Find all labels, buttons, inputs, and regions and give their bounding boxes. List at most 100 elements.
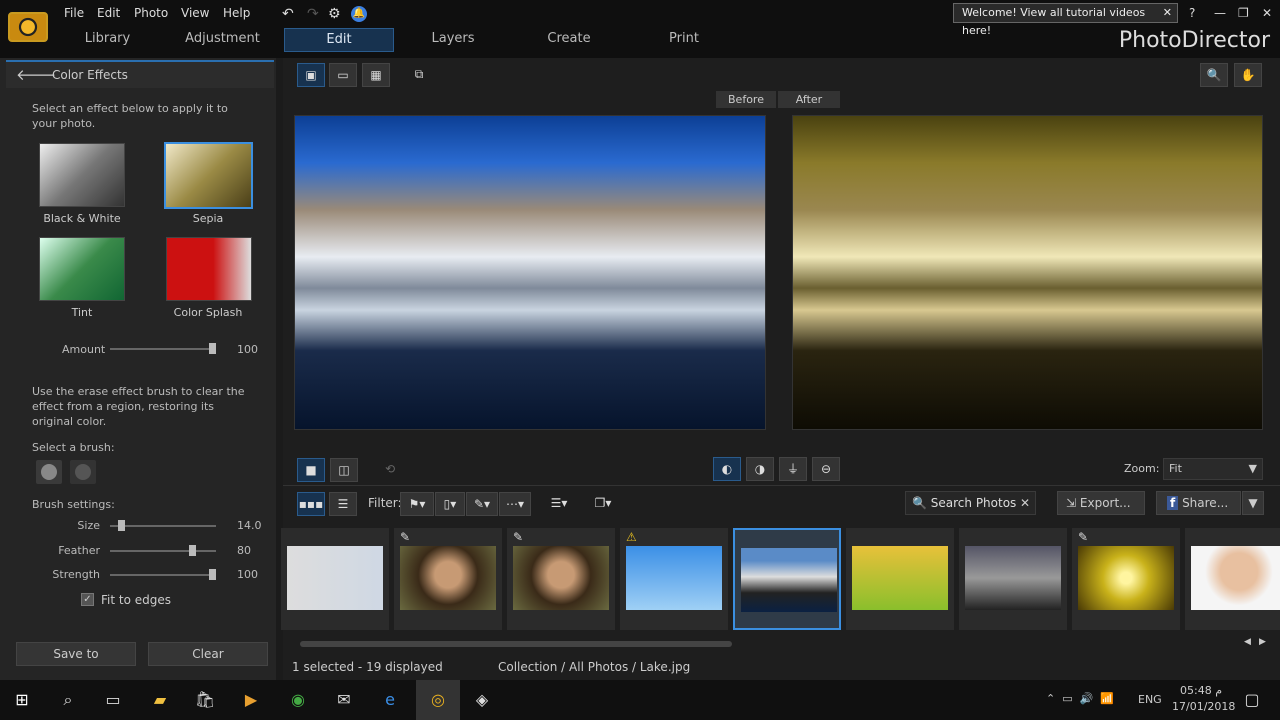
photo-thumbnail[interactable] [281, 528, 389, 630]
file-explorer-icon[interactable]: ▰ [148, 688, 172, 712]
language-indicator[interactable]: ENG [1138, 693, 1162, 706]
tray-icons[interactable]: ⌃ ▭ 🔊 📶 [1046, 692, 1114, 705]
save-to-button[interactable]: Save to [16, 642, 136, 666]
warning-icon: ⚠ [626, 530, 637, 544]
search-photos-input[interactable]: 🔍 Search Photos ✕ [905, 491, 1036, 515]
menu-photo[interactable]: Photo [134, 6, 168, 20]
list-view-button[interactable]: ☰ [329, 492, 357, 516]
media-icon[interactable]: ▶ [239, 688, 263, 712]
thumbnail-image [1078, 546, 1174, 610]
selection-status: 1 selected - 19 displayed [292, 660, 443, 674]
minimize-icon[interactable]: — [1214, 6, 1226, 20]
export-button[interactable]: ⇲ Export... [1057, 491, 1145, 515]
photo-thumbnail[interactable] [846, 528, 954, 630]
slider-knob[interactable] [209, 569, 216, 580]
sort-icon[interactable]: ☰▾ [543, 492, 575, 516]
effect-sepia[interactable] [164, 142, 253, 209]
help-icon[interactable]: ? [1189, 6, 1195, 20]
brush-slider[interactable] [110, 520, 216, 531]
mirror-button[interactable]: ◑ [746, 457, 774, 481]
slider-knob[interactable] [117, 520, 125, 531]
split-vertical-button[interactable]: ⏚ [779, 457, 807, 481]
welcome-tooltip[interactable]: Welcome! View all tutorial videos here! ✕ [953, 3, 1178, 37]
view-grid-button[interactable]: ▦ [362, 63, 390, 87]
tab-adjustment[interactable]: Adjustment [175, 28, 270, 52]
slider-knob[interactable] [189, 545, 197, 556]
hand-tool-icon[interactable]: ✋ [1234, 63, 1262, 87]
photo-thumbnail[interactable]: ⚠ [620, 528, 728, 630]
tab-library[interactable]: Library [60, 28, 155, 52]
fit-edges-checkbox[interactable]: ✓ [81, 593, 94, 606]
share-button[interactable]: f Share... [1156, 491, 1241, 515]
search-icon[interactable]: ⌕ [56, 688, 80, 712]
photodirector-taskbar-icon[interactable]: ◎ [416, 680, 460, 720]
view-full-button[interactable]: ▭ [329, 63, 357, 87]
stack-icon[interactable]: ❐▾ [588, 492, 618, 516]
clear-button[interactable]: Clear [148, 642, 268, 666]
photo-thumbnail[interactable] [959, 528, 1067, 630]
photo-thumbnail[interactable] [733, 528, 841, 630]
flag-filter-button[interactable]: ⚑▾ [400, 492, 434, 516]
clear-search-icon[interactable]: ✕ [1020, 492, 1030, 514]
effect-black-white[interactable] [39, 143, 125, 207]
rotate-icon[interactable]: ⟲ [376, 458, 404, 482]
photo-thumbnail[interactable]: ✎ [507, 528, 615, 630]
mail-icon[interactable]: ✉ [332, 688, 356, 712]
brush-slider[interactable] [110, 569, 216, 580]
tab-print[interactable]: Print [641, 28, 727, 52]
hard-brush-button[interactable] [70, 460, 96, 484]
soft-brush-button[interactable] [36, 460, 62, 484]
single-view-button[interactable]: ■ [297, 458, 325, 482]
split-horizontal-button[interactable]: ⊖ [812, 457, 840, 481]
gear-icon[interactable]: ⚙ [328, 6, 341, 22]
back-arrow-icon[interactable]: 🡐 [16, 62, 56, 88]
color-filter-button[interactable]: ▯▾ [435, 492, 465, 516]
windows-start-icon[interactable]: ⊞ [10, 688, 34, 712]
window-close-icon[interactable]: ✕ [1262, 6, 1272, 20]
view-single-button[interactable]: ▣ [297, 63, 325, 87]
action-center-icon[interactable]: ▢ [1240, 688, 1264, 712]
brush-slider[interactable] [110, 545, 216, 556]
amount-slider[interactable] [110, 343, 216, 354]
divider [283, 485, 1280, 486]
tab-edit[interactable]: Edit [284, 28, 394, 52]
effect-color-splash[interactable] [166, 237, 252, 301]
effect-label: Tint [71, 306, 93, 319]
menu-view[interactable]: View [181, 6, 209, 20]
photo-thumbnail[interactable]: ✎ [394, 528, 502, 630]
photo-thumbnail[interactable]: ✎ [1072, 528, 1180, 630]
scroll-left-icon[interactable]: ◀ [1244, 637, 1251, 647]
edited-filter-button[interactable]: ✎▾ [466, 492, 498, 516]
tab-create[interactable]: Create [526, 28, 612, 52]
app-taskbar-icon[interactable]: ◈ [470, 688, 494, 712]
share-dropdown[interactable]: ▼ [1242, 491, 1264, 515]
tab-layers[interactable]: Layers [410, 28, 496, 52]
effect-tint[interactable] [39, 237, 125, 301]
menu-help[interactable]: Help [223, 6, 250, 20]
compare-view-button[interactable]: ◫ [330, 458, 358, 482]
close-icon[interactable]: ✕ [1163, 4, 1172, 22]
thumbnail-view-button[interactable]: ▪▪▪ [297, 492, 325, 516]
search-icon[interactable]: 🔍 [1200, 63, 1228, 87]
notification-bell-icon[interactable]: 🔔 [351, 6, 367, 22]
photo-thumbnail[interactable] [1185, 528, 1280, 630]
task-view-icon[interactable]: ▭ [101, 688, 125, 712]
second-display-icon[interactable]: ⧉ [405, 63, 433, 87]
menu-file[interactable]: File [64, 6, 84, 20]
chrome-icon[interactable]: ◉ [286, 688, 310, 712]
undo-icon[interactable]: ↶ [282, 6, 294, 22]
export-icon: ⇲ [1066, 496, 1077, 510]
brush-settings-label: Brush settings: [32, 498, 115, 511]
more-filter-button[interactable]: ⋯▾ [499, 492, 531, 516]
store-icon[interactable]: 🛍 [193, 688, 217, 712]
maximize-icon[interactable]: ❐ [1238, 6, 1249, 20]
split-side-button[interactable]: ◐ [713, 457, 741, 481]
filmstrip-scrollbar[interactable] [300, 641, 732, 647]
redo-icon[interactable]: ↷ [307, 6, 319, 22]
edge-icon[interactable]: e [378, 688, 402, 712]
welcome-text: Welcome! View all tutorial videos here! [962, 6, 1146, 37]
scroll-right-icon[interactable]: ▶ [1259, 637, 1266, 647]
zoom-label: Zoom: [1124, 462, 1160, 475]
zoom-select[interactable]: Fit ▼ [1163, 458, 1263, 480]
menu-edit[interactable]: Edit [97, 6, 120, 20]
